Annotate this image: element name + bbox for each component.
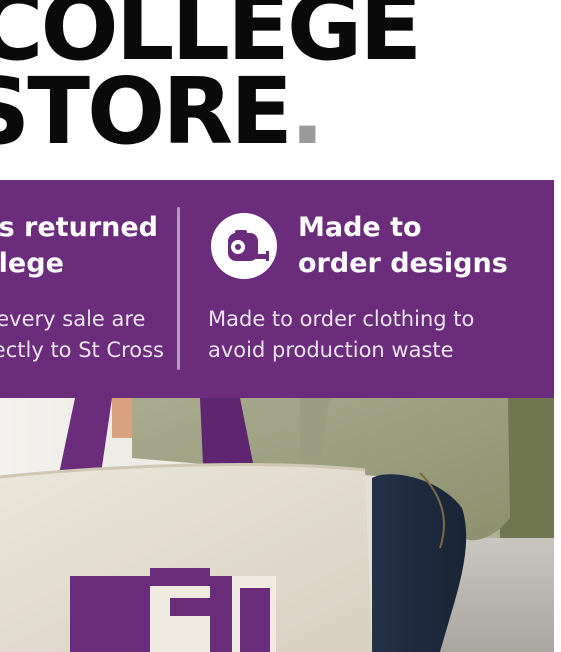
feature-profits-body-line-1: Profits from every sale are [0,307,146,331]
tape-measure-icon [211,213,277,279]
feature-band: Profits returned to college Profits from… [0,180,554,398]
feature-profits-heading-line-1: Profits returned [0,212,158,243]
headline-dot: . [289,58,325,165]
feature-profits: Profits returned to college Profits from… [0,180,178,398]
tote-bag-photo [0,398,554,652]
feature-divider [177,207,180,370]
headline-line-2-text: STORE [0,58,293,165]
feature-profits-body: Profits from every sale are returned dir… [0,304,164,366]
page: COLLEGE STORE. Profits returned to colle… [0,0,561,652]
feature-made-to-order-heading-line-2: order designs [298,248,508,279]
feature-profits-body-line-2: returned directly to St Cross [0,338,164,362]
feature-made-to-order-body-line-1: Made to order clothing to [208,307,475,331]
feature-made-to-order-body-line-2: avoid production waste [208,338,454,362]
headline-line-2: STORE. [0,66,325,158]
feature-made-to-order-body: Made to order clothing to avoid producti… [208,304,474,366]
feature-made-to-order-heading-line-1: Made to [298,212,422,243]
feature-made-to-order-heading: Made to order designs [298,210,508,282]
feature-profits-heading: Profits returned to college [0,210,158,282]
store-headline: COLLEGE STORE. [0,0,561,180]
feature-profits-heading-line-2: to college [0,248,64,279]
